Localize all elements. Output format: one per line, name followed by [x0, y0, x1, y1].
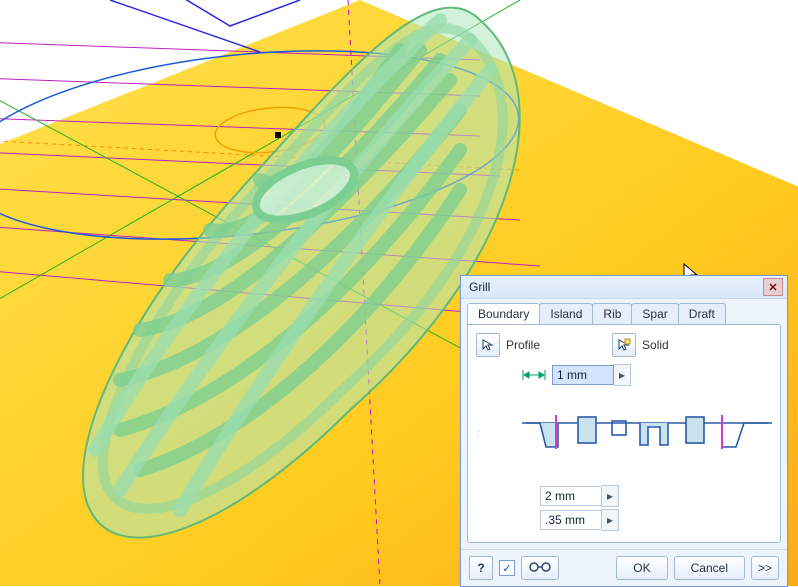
dialog-title: Grill: [469, 280, 763, 294]
tab-spar[interactable]: Spar: [631, 303, 678, 324]
offset-input[interactable]: [540, 510, 602, 530]
cancel-button[interactable]: Cancel: [674, 556, 745, 580]
offset-field: ▸: [540, 510, 772, 530]
depth-field: ▸: [540, 486, 772, 506]
tab-rib[interactable]: Rib: [592, 303, 632, 324]
preview-checkbox[interactable]: ✓: [499, 560, 515, 576]
tab-island[interactable]: Island: [539, 303, 593, 324]
grill-dialog: Grill Boundary Island Rib Spar Draft Pro…: [460, 275, 788, 587]
width-spinner[interactable]: ▸: [614, 364, 631, 386]
profile-label: Profile: [506, 338, 540, 352]
depth-spinner[interactable]: ▸: [602, 485, 619, 507]
profile-select-button[interactable]: [476, 333, 500, 357]
solid-label: Solid: [642, 338, 669, 352]
depth-input[interactable]: [540, 486, 602, 506]
tab-boundary[interactable]: Boundary: [467, 303, 540, 324]
solid-select-button[interactable]: [612, 333, 636, 357]
width-arrows-icon: [520, 368, 548, 382]
tab-panel: Profile Solid: [467, 324, 781, 543]
offset-spinner[interactable]: ▸: [602, 509, 619, 531]
close-button[interactable]: [763, 278, 783, 296]
help-button[interactable]: ?: [469, 556, 493, 580]
cursor-solid-icon: [617, 338, 631, 352]
dialog-tabs: Boundary Island Rib Spar Draft: [467, 303, 781, 324]
section-schematic: [522, 393, 772, 473]
preview-button[interactable]: [521, 556, 559, 580]
expand-button[interactable]: >>: [751, 556, 779, 580]
ok-button[interactable]: OK: [616, 556, 667, 580]
tab-draft[interactable]: Draft: [678, 303, 726, 324]
width-field: ▸: [552, 365, 631, 385]
cursor-icon: [481, 338, 495, 352]
dialog-titlebar[interactable]: Grill: [461, 276, 787, 299]
width-input[interactable]: [552, 365, 614, 385]
dialog-button-bar: ? ✓ OK Cancel >>: [461, 549, 787, 586]
glasses-icon: [528, 560, 552, 576]
